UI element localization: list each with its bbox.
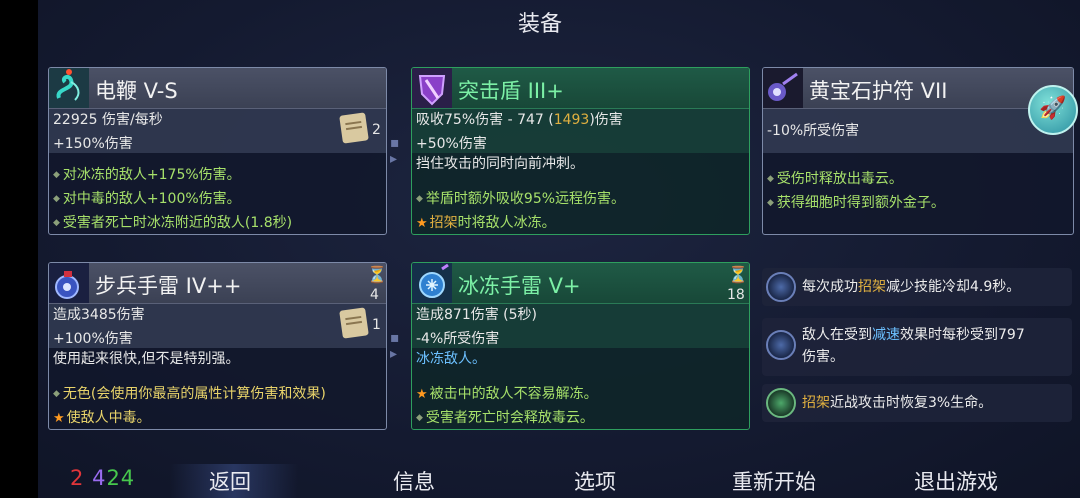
menu-restart-button[interactable]: 重新开始 (732, 466, 816, 496)
amulet-name: 黄宝石护符 VII (809, 79, 948, 103)
perk-line: ◆ 受害者死亡时冰冻附近的敌人(1.8秒) (53, 215, 293, 231)
shield-description: 挡住攻击的同时向前冲刺。 (416, 156, 584, 172)
perk-line: ◆ 获得细胞时得到额外金子。 (767, 195, 945, 211)
menu-options-button[interactable]: 选项 (574, 466, 616, 496)
scroll-count: 1 (372, 317, 381, 333)
skill-description: 使用起来很快,但不是特别强。 (53, 351, 240, 367)
mutation-icon (766, 330, 796, 360)
amulet-card[interactable]: 黄宝石护符 VII -10%所受伤害 ◆ 受伤时释放出毒云。 ◆ 获得细胞时得到额外… (762, 67, 1074, 235)
skill-damage-bonus: +100%伤害 (53, 331, 133, 347)
perk-line: ★ 招架时将敌人冰冻。 (416, 215, 556, 231)
screen-edge (0, 0, 38, 498)
skill-name: 冰冻手雷 V+ (458, 274, 581, 298)
skill-damage: 造成3485伤害 (53, 307, 145, 323)
shield-damage-bonus: +50%伤害 (416, 136, 487, 152)
survival-count: 24 (106, 466, 136, 490)
skill-description: 冰冻敌人。 (416, 351, 486, 367)
scroll-icon (339, 307, 369, 339)
mutation-icon (766, 388, 796, 418)
stat-scrolls: 2 424 (70, 466, 135, 490)
shield-icon (412, 68, 452, 108)
shield-name: 突击盾 III+ (458, 79, 564, 103)
perk-line: ◆ 对冰冻的敌人+175%伤害。 (53, 167, 241, 183)
hourglass-icon: ⏳ (728, 265, 748, 284)
grenade-icon (49, 263, 89, 303)
weapon-damage-bonus: +150%伤害 (53, 136, 133, 152)
shield-card[interactable]: 突击盾 III+ 吸收75%伤害 - 747 (1493)伤害 +50%伤害 挡… (411, 67, 750, 235)
mutation-item[interactable]: 敌人在受到减速效果时每秒受到797 伤害。 (762, 318, 1072, 376)
amulet-defense: -10%所受伤害 (767, 123, 860, 139)
mutation-item[interactable]: 招架近战攻击时恢复3%生命。 (762, 384, 1072, 422)
mutation-text: 招架近战攻击时恢复3%生命。 (802, 395, 993, 411)
mutation-icon (766, 272, 796, 302)
brutality-count: 2 (70, 466, 85, 490)
skill-card-infantry-grenade[interactable]: 步兵手雷 IV++ ⏳ 4 造成3485伤害 +100%伤害 1 使用起来很快,… (48, 262, 387, 430)
scroll-count: 2 (372, 122, 381, 138)
skill-damage: 造成871伤害 (5秒) (416, 307, 538, 323)
page-title: 装备 (517, 12, 562, 37)
amulet-icon (763, 68, 803, 108)
skill-name: 步兵手雷 IV++ (95, 274, 242, 298)
perk-line: ◆ 举盾时额外吸收95%远程伤害。 (416, 191, 626, 207)
perk-line: ◆ 无色(会使用你最高的属性计算伤害和效果) (53, 386, 326, 402)
perk-line: ◆ 对中毒的敌人+100%伤害。 (53, 191, 241, 207)
shield-absorb: 吸收75%伤害 - 747 (1493)伤害 (416, 112, 623, 128)
mutation-text: 敌人在受到减速效果时每秒受到797 伤害。 (802, 327, 1025, 365)
weapon-name: 电鞭 V-S (95, 79, 178, 103)
perk-line: ★ 使敌人中毒。 (53, 410, 151, 426)
skill-card-ice-grenade[interactable]: 冰冻手雷 V+ ⏳ 18 造成871伤害 (5秒) -4%所受伤害 冰冻敌人。 … (411, 262, 750, 430)
weapon-card-whip[interactable]: 电鞭 V-S 22925 伤害/每秒 +150%伤害 2 ◆ 对冰冻的敌人+175… (48, 67, 387, 235)
link-icon: ▪ ▸ (390, 135, 400, 167)
ice-grenade-icon (412, 263, 452, 303)
whip-weapon-icon (49, 68, 89, 108)
menu-quit-button[interactable]: 退出游戏 (914, 466, 998, 496)
scroll-icon (339, 112, 369, 144)
mutation-item[interactable]: 每次成功招架减少技能冷却4.9秒。 (762, 268, 1072, 306)
mutation-text: 每次成功招架减少技能冷却4.9秒。 (802, 279, 1021, 295)
perk-line: ★ 被击中的敌人不容易解冻。 (416, 386, 598, 402)
rocket-icon[interactable]: 🚀 (1028, 85, 1078, 135)
cooldown-value: 18 (727, 287, 745, 303)
cooldown-value: 4 (370, 287, 379, 303)
menu-info-button[interactable]: 信息 (393, 466, 435, 496)
perk-line: ◆ 受害者死亡时会释放毒云。 (416, 410, 594, 426)
skill-defense: -4%所受伤害 (416, 331, 500, 347)
weapon-dps: 22925 伤害/每秒 (53, 112, 163, 128)
hourglass-icon: ⏳ (367, 265, 387, 284)
link-icon: ▪ ▸ (390, 330, 400, 362)
menu-back-button[interactable]: 返回 (209, 466, 251, 496)
tactics-count: 4 (92, 466, 107, 490)
perk-line: ◆ 受伤时释放出毒云。 (767, 171, 903, 187)
